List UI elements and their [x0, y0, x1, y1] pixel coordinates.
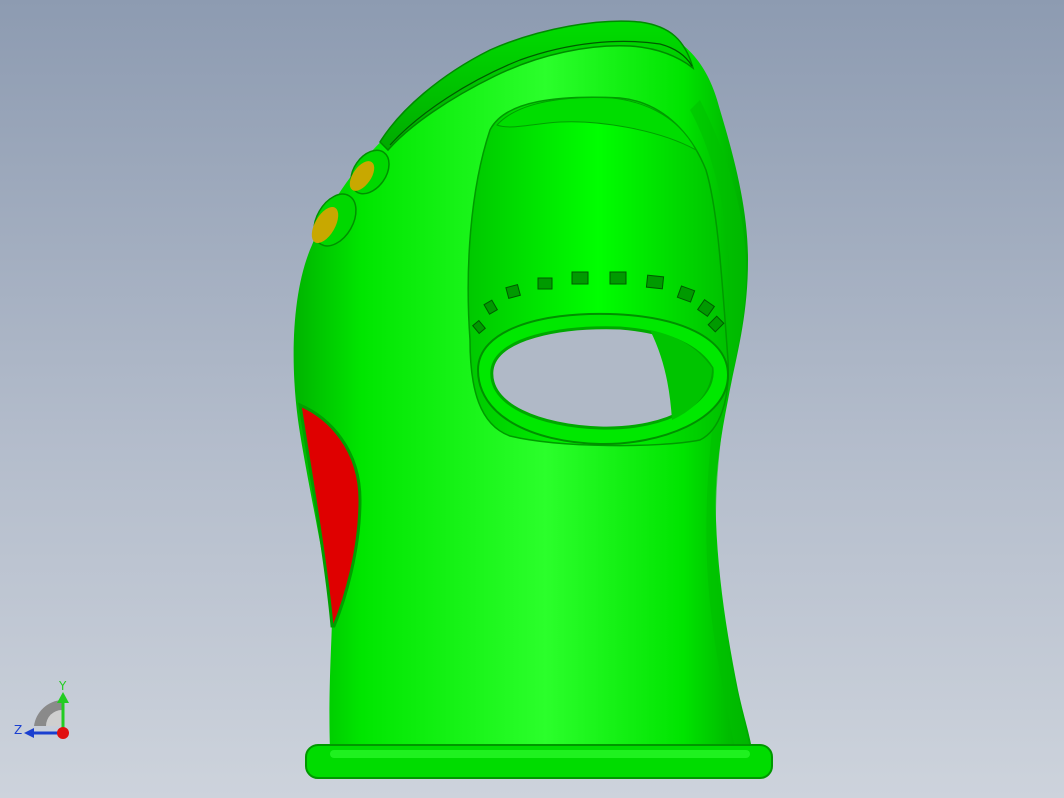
triad-origin — [57, 727, 69, 739]
3d-model[interactable] — [0, 0, 1064, 798]
z-axis-label: Z — [14, 723, 22, 737]
base-ring-highlight — [330, 750, 750, 758]
3d-viewport[interactable]: Y Z — [0, 0, 1064, 798]
base-ring — [305, 744, 773, 779]
orientation-triad: Y Z — [14, 679, 69, 739]
y-axis-label: Y — [58, 679, 67, 693]
y-axis-arrow — [57, 692, 69, 703]
z-axis-arrow — [24, 728, 34, 738]
